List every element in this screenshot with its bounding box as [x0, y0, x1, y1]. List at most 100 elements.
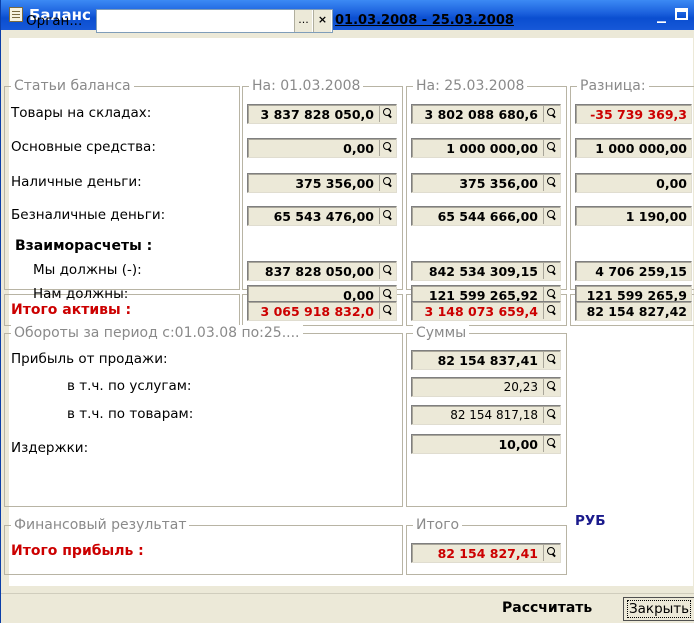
balance-items-legend: Статьи баланса — [11, 78, 134, 94]
goods-end-value: 3 802 088 680,6 — [424, 107, 538, 122]
row-label-cash: Наличные деньги: — [11, 174, 142, 190]
sales-profit-label: Прибыль от продажи: — [11, 351, 168, 367]
fin-result-legend: Финансовый результат — [11, 517, 190, 533]
assets-total-start-value: 3 065 918 832,0 — [260, 304, 374, 319]
services-field[interactable]: 20,23 — [411, 377, 561, 397]
assets-total-end-value: 3 148 073 659,4 — [424, 304, 538, 319]
search-icon[interactable] — [543, 140, 559, 156]
non-cash-end-value: 65 544 666,00 — [437, 209, 538, 224]
non-cash-diff-value: 1 190,00 — [625, 209, 687, 224]
document-icon — [9, 7, 23, 22]
assets-total-diff-value: 82 154 827,42 — [586, 304, 687, 319]
we-owe-diff-value: 4 706 259,15 — [595, 264, 687, 279]
organization-input[interactable]: ... × — [96, 9, 333, 33]
search-icon[interactable] — [379, 175, 395, 191]
search-icon[interactable] — [543, 263, 559, 279]
content-panel: Статьи баланса На: 01.03.2008 На: 25.03.… — [4, 38, 694, 586]
start-date-legend: На: 01.03.2008 — [249, 78, 364, 94]
fixed-assets-start-value: 0,00 — [343, 141, 374, 156]
search-icon[interactable] — [543, 352, 559, 368]
goods-start-value: 3 837 828 050,0 — [260, 107, 374, 122]
sales-profit-field[interactable]: 82 154 837,41 — [411, 350, 561, 370]
search-icon[interactable] — [379, 140, 395, 156]
we-owe-end-value: 842 534 309,15 — [428, 264, 538, 279]
cash-start-field[interactable]: 375 356,00 — [247, 173, 397, 193]
clear-organization-button[interactable]: × — [313, 10, 331, 32]
we-owe-start-field[interactable]: 837 828 050,00 — [247, 261, 397, 281]
search-icon[interactable] — [543, 106, 559, 122]
calculate-button[interactable]: Рассчитать — [502, 600, 592, 616]
assets-total-start-field[interactable]: 3 065 918 832,0 — [247, 301, 397, 321]
cash-end-field[interactable]: 375 356,00 — [411, 173, 561, 193]
fixed-assets-start-field[interactable]: 0,00 — [247, 138, 397, 158]
search-icon[interactable] — [543, 208, 559, 224]
search-icon[interactable] — [379, 106, 395, 122]
close-button-label: Закрыть — [627, 600, 692, 618]
fixed-assets-diff-value: 1 000 000,00 — [595, 141, 687, 156]
non-cash-start-value: 65 543 476,00 — [273, 209, 374, 224]
row-label-non-cash: Безналичные деньги: — [11, 207, 166, 223]
services-value: 20,23 — [503, 380, 538, 394]
expenses-value: 10,00 — [498, 437, 538, 452]
total-profit-field[interactable]: 82 154 827,41 — [411, 543, 561, 563]
settlements-header: Взаиморасчеты : — [15, 238, 153, 254]
goods-turnover-field[interactable]: 82 154 817,18 — [411, 405, 561, 425]
close-button[interactable]: Закрыть — [623, 597, 694, 621]
select-organization-button[interactable]: ... — [294, 10, 312, 32]
goods-turnover-value: 82 154 817,18 — [450, 408, 538, 422]
row-label-goods: Товары на складах: — [11, 105, 152, 121]
period-link[interactable]: 01.03.2008 - 25.03.2008 — [335, 13, 514, 28]
assets-total-end-field[interactable]: 3 148 073 659,4 — [411, 301, 561, 321]
row-label-fixed-assets: Основные средства: — [11, 139, 156, 155]
cash-end-value: 375 356,00 — [459, 176, 538, 191]
goods-end-field[interactable]: 3 802 088 680,6 — [411, 104, 561, 124]
search-icon[interactable] — [379, 263, 395, 279]
difference-legend: Разница: — [577, 78, 649, 94]
sales-profit-value: 82 154 837,41 — [437, 353, 538, 368]
total-profit-label: Итого прибыль : — [11, 543, 144, 559]
turnover-legend: Обороты за период с:01.03.08 по:25.... — [11, 325, 303, 341]
we-owe-end-field[interactable]: 842 534 309,15 — [411, 261, 561, 281]
row-label-owed-to-us: Нам должны: — [33, 286, 129, 302]
goods-start-field[interactable]: 3 837 828 050,0 — [247, 104, 397, 124]
balance-window: Баланс _ ✕ Орган... ... × 01.03.2008 - 2… — [0, 0, 694, 623]
search-icon[interactable] — [543, 379, 559, 395]
assets-total-diff-field: 82 154 827,42 — [575, 301, 692, 321]
non-cash-start-field[interactable]: 65 543 476,00 — [247, 206, 397, 226]
sums-legend: Суммы — [413, 325, 470, 341]
organization-label: Орган... — [26, 13, 83, 29]
total-legend: Итого — [413, 517, 463, 533]
assets-total-label: Итого активы : — [11, 302, 132, 318]
cash-diff-field: 0,00 — [575, 173, 692, 193]
total-profit-value: 82 154 827,41 — [437, 546, 538, 561]
fixed-assets-end-field[interactable]: 1 000 000,00 — [411, 138, 561, 158]
goods-turnover-label: в т.ч. по товарам: — [67, 406, 194, 422]
maximize-icon — [675, 8, 688, 20]
currency-label: РУБ — [575, 513, 606, 529]
fixed-assets-diff-field: 1 000 000,00 — [575, 138, 692, 158]
search-icon[interactable] — [543, 436, 559, 452]
search-icon[interactable] — [543, 303, 559, 319]
goods-diff-field: -35 739 369,3 — [575, 104, 692, 124]
expenses-field[interactable]: 10,00 — [411, 434, 561, 454]
search-icon[interactable] — [543, 545, 559, 561]
minimize-button[interactable]: _ — [657, 3, 666, 25]
row-label-we-owe: Мы должны (-): — [33, 262, 142, 278]
end-date-legend: На: 25.03.2008 — [413, 78, 528, 94]
expenses-label: Издержки: — [11, 440, 89, 456]
search-icon[interactable] — [543, 407, 559, 423]
search-icon[interactable] — [379, 303, 395, 319]
non-cash-diff-field: 1 190,00 — [575, 206, 692, 226]
services-label: в т.ч. по услугам: — [67, 378, 192, 394]
search-icon[interactable] — [379, 208, 395, 224]
non-cash-end-field[interactable]: 65 544 666,00 — [411, 206, 561, 226]
cash-start-value: 375 356,00 — [295, 176, 374, 191]
maximize-button[interactable] — [675, 3, 688, 20]
footer-bar: Рассчитать Закрыть — [1, 593, 694, 623]
search-icon[interactable] — [543, 175, 559, 191]
goods-diff-value: -35 739 369,3 — [590, 107, 687, 122]
cash-diff-value: 0,00 — [656, 176, 687, 191]
fixed-assets-end-value: 1 000 000,00 — [446, 141, 538, 156]
we-owe-diff-field: 4 706 259,15 — [575, 261, 692, 281]
we-owe-start-value: 837 828 050,00 — [264, 264, 374, 279]
